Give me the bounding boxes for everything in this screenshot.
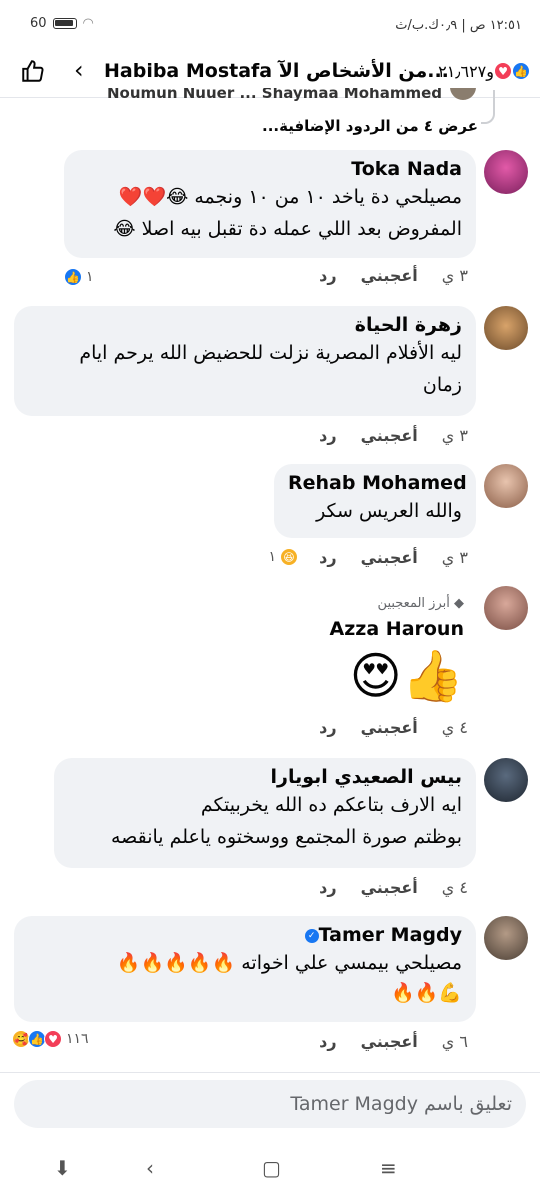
heart-icon: ♥ (494, 62, 512, 80)
comment-bubble[interactable]: بيس الصعيدي ابويارا ايه الارف بتاعكم ده … (54, 758, 476, 868)
comment-text: المفروض بعد اللي عمله دة تقبل بيه اصلا 😂 (113, 218, 462, 240)
battery-icon (52, 18, 77, 29)
home-nav-icon[interactable]: ▢ (262, 1156, 281, 1180)
diamond-icon: ◆ (454, 596, 464, 611)
comment-text: زمان (422, 374, 462, 396)
comment-actions: ٤ ي أعجبني رد (319, 878, 468, 897)
reply-button[interactable]: رد (319, 266, 336, 285)
reply-button[interactable]: رد (319, 1032, 336, 1051)
more-replies-link[interactable]: عرض ٤ من الردود الإضافية... (262, 117, 478, 135)
avatar[interactable] (484, 586, 528, 630)
like-button[interactable]: أعجبني (361, 718, 418, 737)
comment-actions: ٣ ي أعجبني رد (319, 266, 468, 285)
comment-actions: ٦ ي أعجبني رد (319, 1032, 468, 1051)
top-fan-badge: ◆ أبرز المعجبين (377, 596, 464, 611)
comment-text: بوظتم صورة المجتمع ووسختوه ياعلم يانقصه (110, 826, 462, 848)
header-reactions[interactable]: و٢١٫٦٢٧ ♥ 👍 (436, 62, 530, 81)
wifi-icon: ◠ (82, 16, 94, 31)
heart-icon: ♥ (44, 1030, 62, 1048)
accessibility-icon[interactable]: ⬇ (54, 1156, 71, 1180)
reaction-count[interactable]: 👍 ١ (64, 268, 94, 286)
page-title: Habiba Mostafa من الأشخاص الآ... (104, 60, 449, 82)
status-time: ١٢:٥١ ص | ٠٫٩ك.ب/ث (395, 18, 522, 33)
system-nav-bar: ⬇ ‹ ▢ ≡ (0, 1140, 540, 1200)
comment-author[interactable]: Azza Haroun (330, 618, 464, 640)
like-button[interactable]: أعجبني (361, 1032, 418, 1051)
comment-text: والله العريس سكر (316, 500, 462, 522)
thumbs-up-icon[interactable] (20, 58, 46, 84)
comment-author[interactable]: Rehab Mohamed (288, 472, 467, 494)
thread-line (481, 90, 495, 124)
comment-bubble[interactable]: Toka Nada مصيلحي دة ياخد ١٠ من ١٠ ونجمه … (64, 150, 476, 258)
comment-text: ايه الارف بتاعكم ده الله يخربيتكم (200, 794, 462, 816)
like-button[interactable]: أعجبني (361, 878, 418, 897)
comment-text: مصيلحي دة ياخد ١٠ من ١٠ ونجمه 😂❤️❤️ (118, 186, 462, 208)
comment-bubble[interactable]: Rehab Mohamed والله العريس سكر (274, 464, 476, 538)
status-left: 60 ◠ (30, 16, 94, 31)
comment-time: ٣ ي (441, 426, 468, 445)
comment-author[interactable]: زهرة الحياة (28, 314, 462, 336)
comment-time: ٣ ي (441, 266, 468, 285)
comment-actions: ٣ ي أعجبني رد (319, 426, 468, 445)
avatar[interactable] (484, 916, 528, 960)
comment-actions: ٤ ي أعجبني رد (319, 718, 468, 737)
reply-button[interactable]: رد (319, 548, 336, 567)
comment-bubble[interactable]: ✓ Tamer Magdy مصيلحي بيمسي علي اخواته 🔥🔥🔥… (14, 916, 476, 1022)
comment-text: مصيلحي بيمسي علي اخواته 🔥🔥🔥🔥🔥 (116, 952, 462, 974)
comment-author[interactable]: Toka Nada (78, 158, 462, 180)
comment-author[interactable]: بيس الصعيدي ابويارا (68, 766, 463, 788)
like-button[interactable]: أعجبني (361, 266, 418, 285)
comment-time: ٣ ي (441, 548, 468, 567)
chevron-left-icon[interactable]: ‹ (74, 56, 84, 84)
like-icon: 👍 (64, 268, 82, 286)
reaction-count: و٢١٫٦٢٧ (438, 62, 494, 81)
comment-text: 💪🔥🔥 (391, 982, 462, 1004)
reaction-count[interactable]: 🥰 👍 ♥ ١١٦ (12, 1030, 89, 1048)
battery-text: 60 (30, 16, 47, 31)
like-button[interactable]: أعجبني (361, 426, 418, 445)
avatar[interactable] (484, 464, 528, 508)
comment-composer: تعليق باسم Tamer Magdy (0, 1072, 540, 1140)
avatar[interactable] (484, 150, 528, 194)
back-nav-icon[interactable]: ‹ (146, 1156, 154, 1180)
reply-button[interactable]: رد (319, 426, 336, 445)
haha-icon: 😆 (280, 548, 298, 566)
recents-nav-icon[interactable]: ≡ (380, 1156, 397, 1180)
comment-text: ليه الأفلام المصرية نزلت للحضيض الله يرح… (79, 342, 462, 364)
comment-time: ٦ ي (441, 1032, 468, 1051)
comment-time: ٤ ي (441, 878, 468, 897)
reply-button[interactable]: رد (319, 718, 336, 737)
comment-author[interactable]: ✓ Tamer Magdy (28, 924, 462, 946)
comment-bubble[interactable]: زهرة الحياة ليه الأفلام المصرية نزلت للح… (14, 306, 476, 416)
like-icon: 👍 (512, 62, 530, 80)
avatar[interactable] (484, 306, 528, 350)
verified-badge-icon: ✓ (304, 928, 319, 943)
cut-reply-text: Noumun Nuuer ... Shaymaa Mohammed (107, 88, 442, 102)
reaction-count[interactable]: ١ 😆 (268, 548, 298, 566)
avatar[interactable] (484, 758, 528, 802)
status-bar: 60 ◠ ١٢:٥١ ص | ٠٫٩ك.ب/ث (0, 0, 540, 46)
comment-time: ٤ ي (441, 718, 468, 737)
emoji-sticker: 😍👍 (349, 647, 464, 705)
reply-button[interactable]: رد (319, 878, 336, 897)
cut-reply: Noumun Nuuer ... Shaymaa Mohammed (0, 88, 540, 108)
avatar (450, 88, 476, 100)
comment-actions: ٣ ي أعجبني رد (319, 548, 468, 567)
like-button[interactable]: أعجبني (361, 548, 418, 567)
comment-input[interactable]: تعليق باسم Tamer Magdy (14, 1080, 526, 1128)
